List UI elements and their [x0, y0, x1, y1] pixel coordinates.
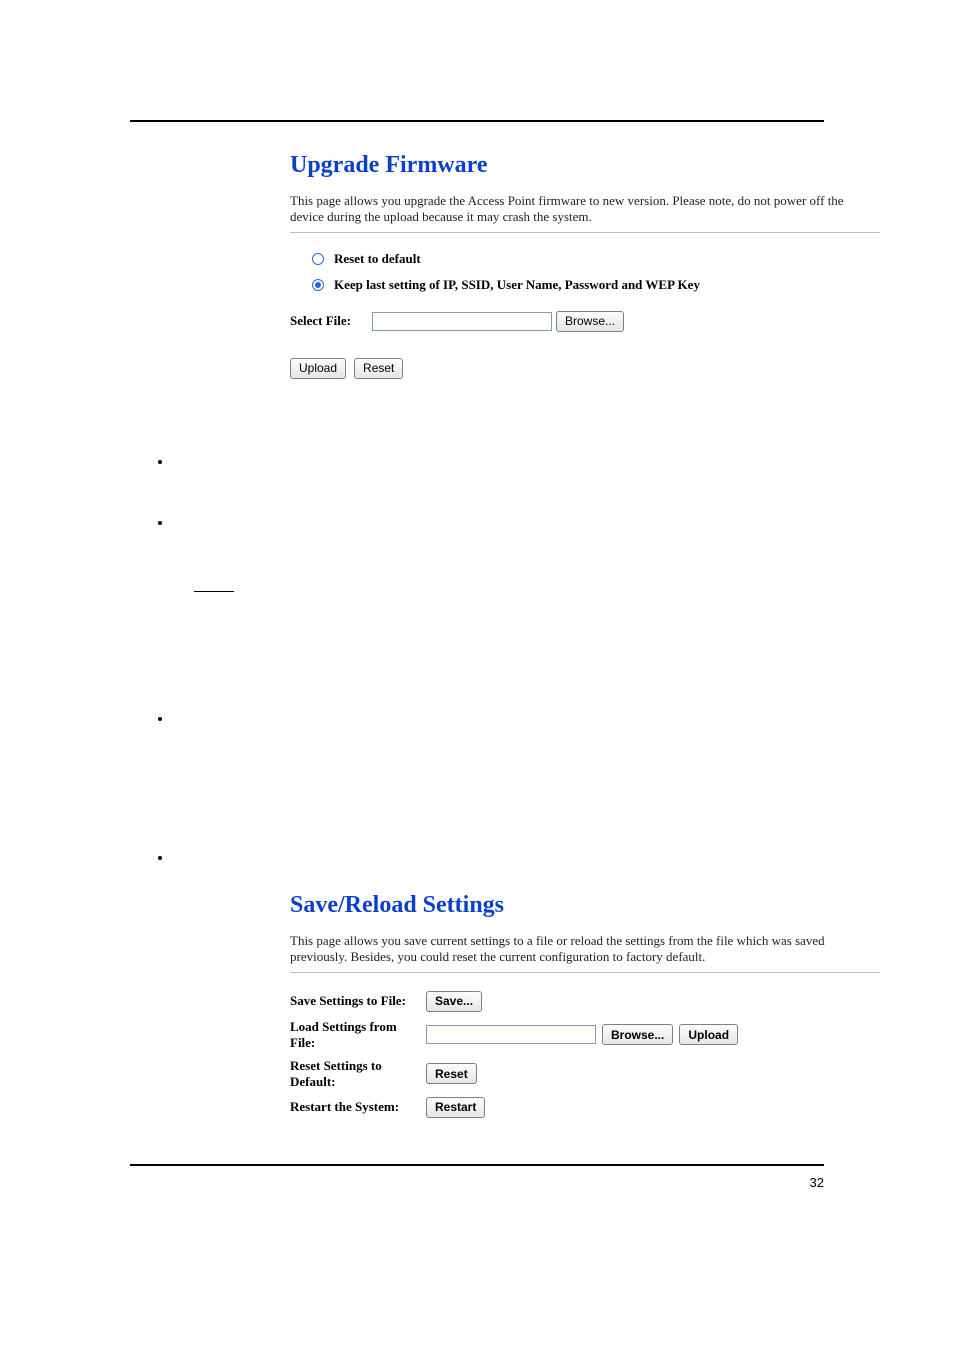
- bullet-dot: [158, 717, 162, 721]
- select-file-input[interactable]: [372, 312, 552, 331]
- reset-to-default-label: Reset Settings to Default:: [290, 1058, 420, 1090]
- header-rule: [130, 120, 824, 122]
- select-file-row: Select File: Browse...: [290, 311, 908, 332]
- divider: [290, 972, 880, 973]
- footer-rule: [130, 1164, 824, 1166]
- bullet-keep-last-config: Keep last config: While firmware updated…: [158, 514, 828, 554]
- save-button[interactable]: Save...: [426, 991, 482, 1012]
- load-file-input[interactable]: [426, 1025, 596, 1044]
- section-title-underline: [194, 591, 234, 592]
- bullet-dot: [158, 856, 162, 860]
- bullet-dot: [158, 521, 162, 525]
- reset-defaults-button[interactable]: Reset: [426, 1063, 477, 1084]
- bullet-load-settings: Load Settings from File: Click the "Brow…: [158, 849, 828, 869]
- save-reload-title: Save/Reload Settings: [290, 892, 908, 919]
- upload-reset-row: Upload Reset: [290, 358, 908, 379]
- page-number: 32: [810, 1175, 824, 1190]
- option-reset-label: Reset to default: [334, 251, 421, 267]
- section-title: Backup: [194, 574, 252, 592]
- option-reset-row[interactable]: Reset to default: [290, 251, 908, 267]
- section-number: 4.4.4: [134, 574, 170, 592]
- save-reload-panel: Save/Reload Settings This page allows yo…: [290, 892, 908, 1118]
- bullet-text-2: Keep last config: While firmware updated…: [192, 514, 828, 554]
- load-upload-button[interactable]: Upload: [679, 1024, 738, 1045]
- divider: [290, 232, 880, 233]
- bullet-dot: [158, 460, 162, 464]
- browse-button[interactable]: Browse...: [556, 311, 624, 332]
- select-file-label: Select File:: [290, 313, 372, 329]
- upgrade-title: Upgrade Firmware: [290, 152, 908, 179]
- bullet-text-4: Load Settings from File: Click the "Brow…: [192, 849, 656, 869]
- save-reload-description: This page allows you save current settin…: [290, 933, 870, 966]
- upload-button[interactable]: Upload: [290, 358, 346, 379]
- upgrade-description: This page allows you upgrade the Access …: [290, 193, 870, 226]
- radio-keep-settings[interactable]: [312, 279, 324, 291]
- load-browse-button[interactable]: Browse...: [602, 1024, 673, 1045]
- load-from-file-label: Load Settings from File:: [290, 1019, 420, 1051]
- option-keep-row[interactable]: Keep last setting of IP, SSID, User Name…: [290, 277, 908, 293]
- save-to-file-label: Save Settings to File:: [290, 993, 420, 1009]
- bullet-save-settings: Save Settings to File: Click the "Save" …: [158, 710, 828, 750]
- upgrade-firmware-panel: Upgrade Firmware This page allows you up…: [290, 152, 908, 389]
- reset-button[interactable]: Reset: [354, 358, 403, 379]
- bullet-reset-to-default: Reset to default: While firmware updated…: [158, 453, 828, 473]
- restart-system-label: Restart the System:: [290, 1099, 420, 1115]
- bullet-text-3: Save Settings to File: Click the "Save" …: [192, 710, 828, 750]
- bullet-text-1: Reset to default: While firmware updated…: [192, 453, 699, 473]
- radio-reset-to-default[interactable]: [312, 253, 324, 265]
- option-keep-label: Keep last setting of IP, SSID, User Name…: [334, 277, 700, 293]
- restart-button[interactable]: Restart: [426, 1097, 485, 1118]
- section-paragraph: The "Backup" function can backup and rel…: [158, 612, 838, 652]
